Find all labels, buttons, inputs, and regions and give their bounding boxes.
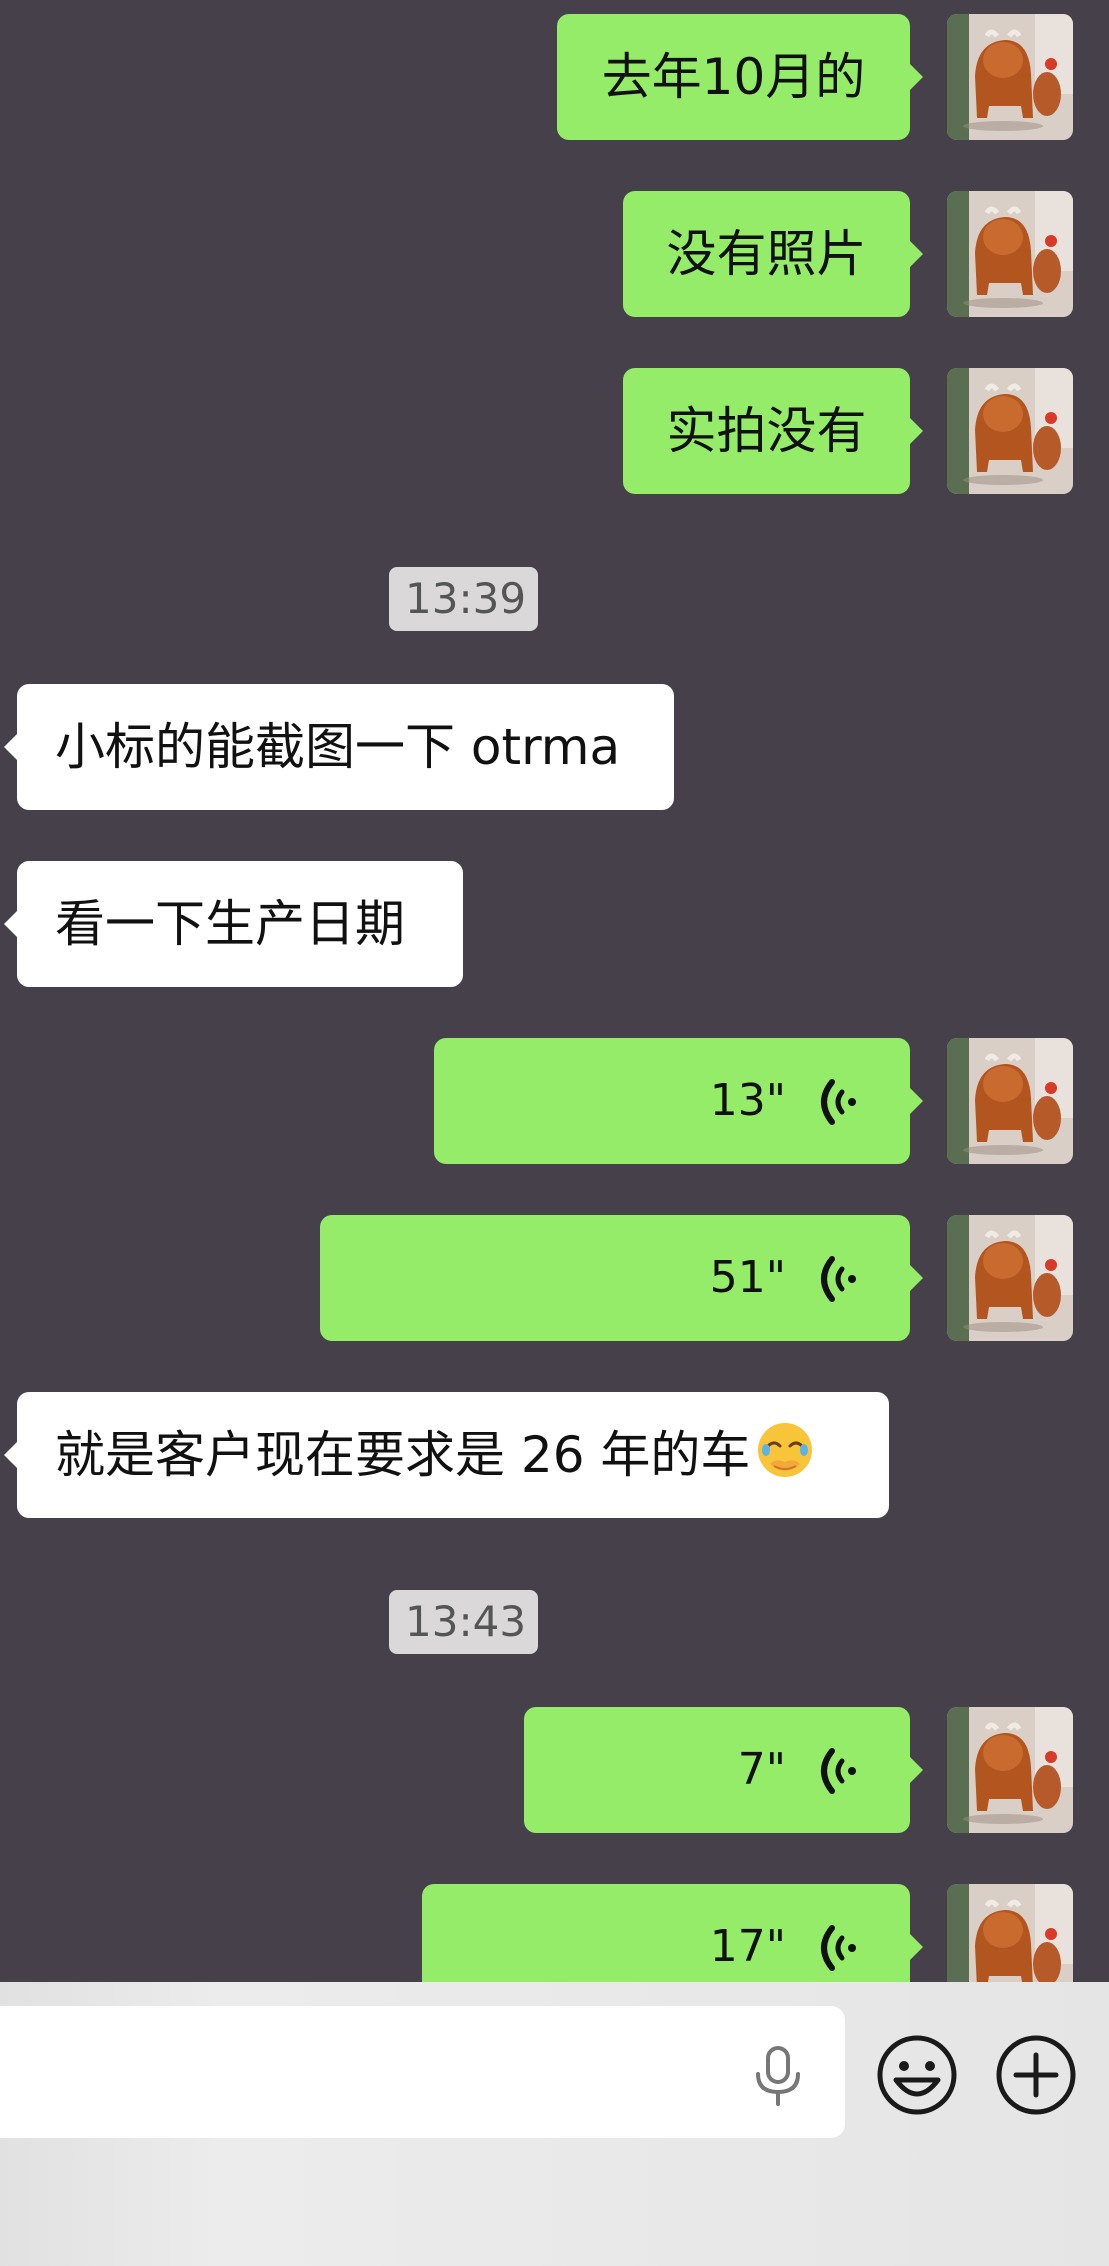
- leather-bull-figurine-avatar: [947, 14, 1073, 140]
- my-avatar[interactable]: [947, 1215, 1073, 1341]
- incoming-text-bubble[interactable]: 就是客户现在要求是 26 年的车: [4, 1392, 889, 1518]
- incoming-text-bubble[interactable]: 看一下生产日期: [4, 861, 463, 987]
- voice-duration: 13": [709, 1075, 786, 1126]
- leather-bull-figurine-avatar: [947, 191, 1073, 317]
- outgoing-voice-bubble[interactable]: 7": [524, 1707, 923, 1833]
- plus-circle-icon[interactable]: [994, 2030, 1109, 2152]
- outgoing-voice-bubble[interactable]: 17": [422, 1884, 923, 1982]
- message-text: 就是客户现在要求是 26 年的车: [55, 1426, 751, 1484]
- my-avatar[interactable]: [947, 14, 1073, 140]
- my-avatar[interactable]: [947, 1038, 1073, 1164]
- timestamp: 13:43: [389, 1590, 538, 1654]
- outgoing-voice-bubble[interactable]: 13": [434, 1038, 923, 1164]
- outgoing-voice-bubble[interactable]: 51": [320, 1215, 923, 1341]
- my-avatar[interactable]: [947, 1884, 1073, 1982]
- my-avatar[interactable]: [947, 368, 1073, 494]
- chat-message-list[interactable]: 去年10月的 没有照片 实拍没有 13:39 小标的能截图一下 otrma 看一…: [0, 0, 1109, 1982]
- message-input[interactable]: [0, 2006, 845, 2138]
- my-avatar[interactable]: [947, 191, 1073, 317]
- leather-bull-figurine-avatar: [947, 1215, 1073, 1341]
- voice-wave-icon: [821, 1256, 856, 1302]
- microphone-icon[interactable]: [752, 2046, 804, 2106]
- leather-bull-figurine-avatar: [947, 1707, 1073, 1833]
- incoming-text-bubble[interactable]: 小标的能截图一下 otrma: [4, 684, 674, 810]
- voice-wave-icon: [821, 1748, 856, 1794]
- message-input-bar: [0, 1982, 1109, 2266]
- voice-duration: 7": [737, 1744, 786, 1795]
- outgoing-text-bubble[interactable]: 去年10月的: [557, 14, 923, 140]
- voice-duration: 51": [709, 1252, 786, 1303]
- my-avatar[interactable]: [947, 1707, 1073, 1833]
- face-with-hand-over-mouth-emoji-icon: [758, 1423, 813, 1477]
- voice-duration: 17": [709, 1921, 786, 1972]
- leather-bull-figurine-avatar: [947, 1038, 1073, 1164]
- outgoing-text-bubble[interactable]: 没有照片: [623, 191, 923, 317]
- timestamp: 13:39: [389, 567, 538, 631]
- outgoing-text-bubble[interactable]: 实拍没有: [623, 368, 923, 494]
- leather-bull-figurine-avatar: [947, 368, 1073, 494]
- leather-bull-figurine-avatar: [947, 1884, 1073, 1982]
- voice-wave-icon: [821, 1079, 856, 1125]
- voice-wave-icon: [821, 1925, 856, 1971]
- smiley-face-icon[interactable]: [874, 2030, 996, 2152]
